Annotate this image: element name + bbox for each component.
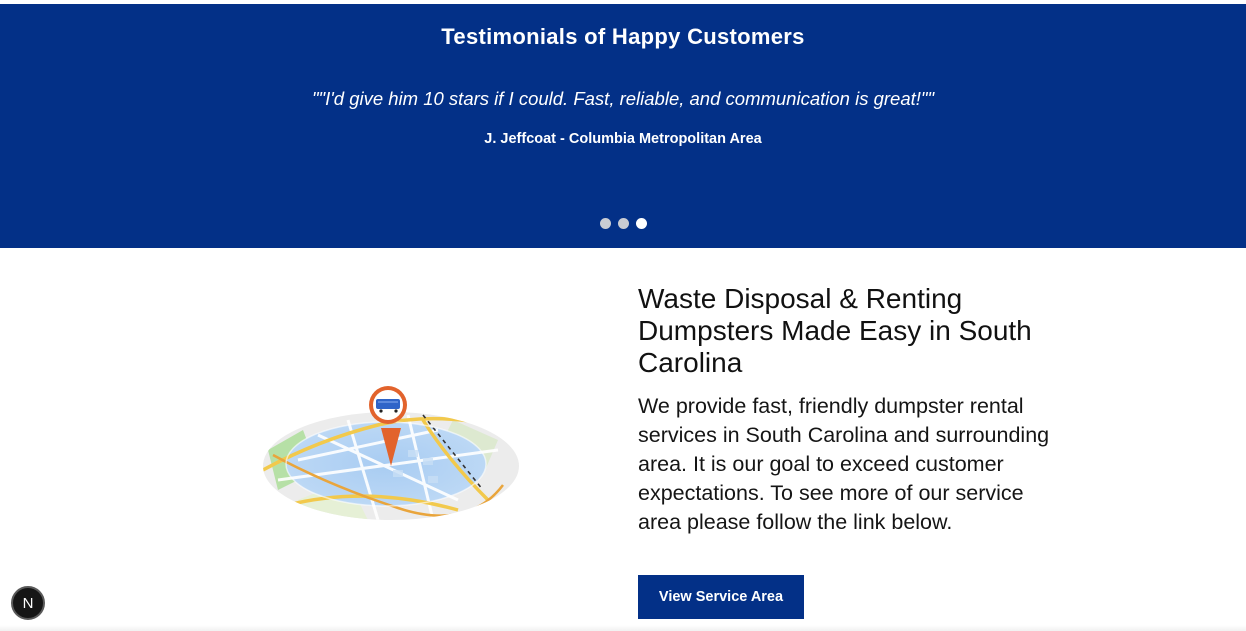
page-title: Waste Disposal & Renting Dumpsters Made … bbox=[638, 283, 1032, 378]
carousel-dot-2[interactable] bbox=[617, 218, 629, 229]
testimonial-quote: ""I'd give him 10 stars if I could. Fast… bbox=[311, 88, 935, 109]
carousel-dot-1[interactable] bbox=[599, 218, 611, 229]
service-intro: Waste Disposal & Renting Dumpsters Made … bbox=[638, 283, 1068, 537]
bottom-divider bbox=[0, 625, 1246, 631]
map-location-pin-icon bbox=[263, 386, 519, 520]
testimonials-heading: Testimonials of Happy Customers bbox=[441, 24, 805, 49]
service-description: We provide fast, friendly dumpster renta… bbox=[638, 394, 1050, 534]
carousel-dot-3[interactable] bbox=[635, 218, 647, 229]
n-badge-icon[interactable]: N bbox=[11, 586, 45, 620]
page: Testimonials of Happy Customers ""I'd gi… bbox=[0, 0, 1246, 631]
testimonial-author: J. Jeffcoat - Columbia Metropolitan Area bbox=[484, 131, 762, 147]
carousel-dots bbox=[0, 218, 1246, 229]
view-service-area-button[interactable]: View Service Area bbox=[638, 575, 804, 619]
testimonials-section: Testimonials of Happy Customers ""I'd gi… bbox=[0, 4, 1246, 248]
